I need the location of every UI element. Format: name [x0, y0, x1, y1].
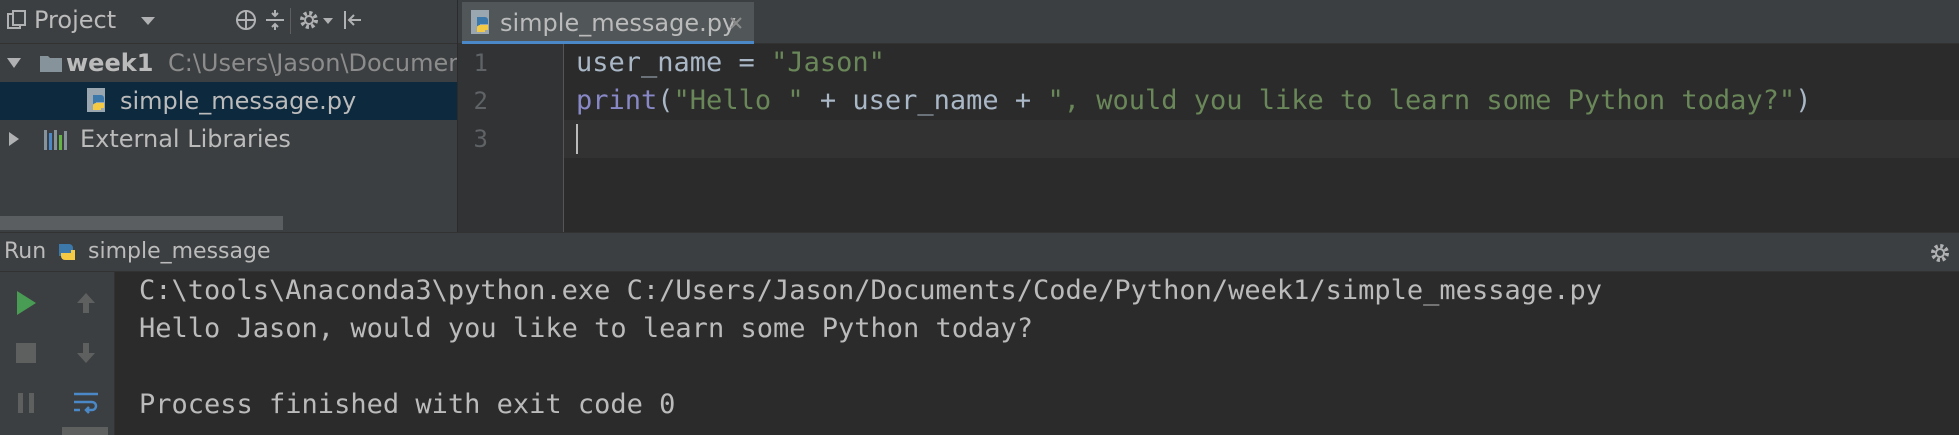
folder-icon — [38, 44, 64, 82]
project-tree: week1 C:\Users\Jason\Documen simple_mess… — [0, 44, 457, 232]
hide-panel-icon[interactable] — [340, 7, 366, 33]
code-token: print — [576, 85, 658, 116]
expanded-arrow-icon[interactable] — [4, 44, 24, 82]
collapsed-arrow-icon[interactable] — [4, 120, 24, 158]
tab-simple-message[interactable]: simple_message.py — [462, 2, 754, 44]
close-icon[interactable] — [726, 12, 746, 34]
code-token: "Hello " — [673, 85, 804, 116]
line-number: 2 — [473, 87, 488, 115]
code-token: + user_name + — [803, 85, 1048, 116]
python-file-icon — [468, 6, 496, 40]
run-label: Run — [4, 239, 47, 264]
tree-item-label: External Libraries — [80, 125, 291, 153]
tab-label: simple_message.py — [500, 9, 737, 37]
console-line: Process finished with exit code 0 — [139, 389, 676, 420]
pause-icon[interactable] — [10, 386, 42, 420]
tree-item-external-libraries[interactable]: External Libraries — [0, 120, 457, 158]
tree-item-week1[interactable]: week1 C:\Users\Jason\Documen — [0, 44, 457, 82]
project-panel-header: Project — [0, 0, 457, 44]
gear-icon[interactable] — [1926, 239, 1954, 267]
tree-item-label: simple_message.py — [120, 87, 357, 115]
stop-icon[interactable] — [10, 336, 42, 370]
soft-wrap-icon[interactable] — [70, 386, 102, 420]
python-file-icon — [84, 82, 112, 120]
python-icon — [54, 239, 80, 265]
code-token: user_name = — [576, 47, 772, 78]
chevron-down-icon[interactable] — [138, 8, 158, 34]
code-line-2[interactable]: print("Hello " + user_name + ", would yo… — [576, 82, 1811, 120]
locate-icon[interactable] — [233, 7, 259, 33]
horizontal-scrollbar[interactable] — [0, 216, 283, 230]
scroll-down-icon[interactable] — [70, 336, 102, 370]
library-icon — [42, 120, 70, 158]
text-caret — [576, 124, 578, 154]
current-line-highlight — [564, 120, 1959, 158]
chevron-down-icon[interactable] — [320, 10, 336, 32]
rerun-icon[interactable] — [10, 286, 42, 320]
console-line: C:\tools\Anaconda3\python.exe C:/Users/J… — [139, 275, 1602, 306]
tree-item-path: C:\Users\Jason\Documen — [168, 49, 457, 77]
code-token: ( — [657, 85, 674, 116]
code-line-1[interactable]: user_name = "Jason" — [576, 44, 885, 82]
code-token: "Jason" — [771, 47, 885, 78]
run-toolbar — [0, 272, 115, 435]
scroll-up-icon[interactable] — [70, 286, 102, 320]
gear-icon[interactable] — [296, 7, 322, 33]
code-token: ) — [1795, 85, 1812, 116]
line-number: 3 — [473, 125, 488, 153]
tree-item-label: week1 — [66, 49, 154, 77]
toolbar-separator — [290, 8, 291, 34]
line-number: 1 — [473, 49, 488, 77]
project-title[interactable]: Project — [34, 0, 116, 40]
console-line: Hello Jason, would you like to learn som… — [139, 313, 1034, 344]
project-view-icon[interactable] — [4, 8, 30, 34]
run-panel-header: Run simple_message — [0, 232, 1959, 272]
tree-item-simple-message[interactable]: simple_message.py — [0, 82, 457, 120]
run-config-name[interactable]: simple_message — [88, 233, 271, 271]
collapse-all-icon[interactable] — [262, 7, 288, 33]
code-token: ", would you like to learn some Python t… — [1047, 85, 1796, 116]
toolbar-edge — [62, 427, 108, 435]
